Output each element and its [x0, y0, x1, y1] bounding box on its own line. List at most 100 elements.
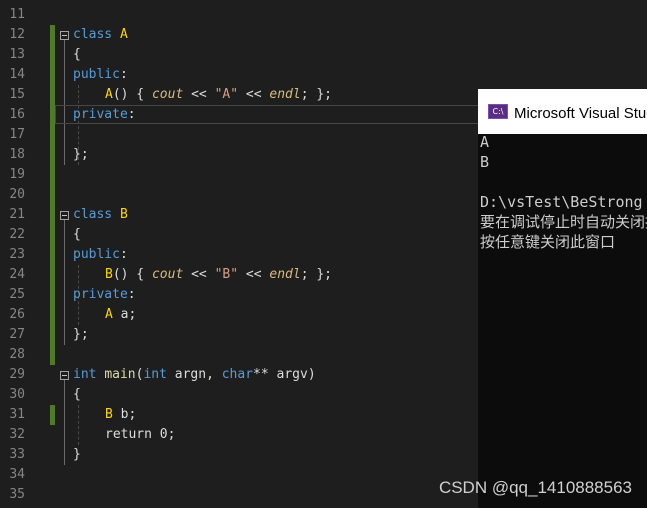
line-number: 21 [9, 207, 25, 222]
line-number: 14 [9, 67, 25, 82]
code-token: : [119, 67, 128, 82]
line-number: 18 [9, 147, 25, 162]
code-line[interactable]: 20 [0, 185, 480, 205]
code-text: class B [73, 205, 128, 225]
code-token: () { [112, 267, 152, 282]
code-line[interactable]: 16 private: [0, 105, 480, 125]
console-output-line: 要在调试停止时自动关闭控制台 [480, 213, 647, 231]
code-line[interactable]: 18}; [0, 145, 480, 165]
code-token: a; [112, 307, 137, 322]
code-token: argn, [166, 367, 222, 382]
code-token: A [105, 307, 113, 322]
line-number: 30 [9, 387, 25, 402]
code-line[interactable]: 13 { [0, 45, 480, 65]
code-line[interactable]: 17 [0, 125, 480, 145]
code-line[interactable]: 29 int main(int argn, char** argv) [0, 365, 480, 385]
console-output-line: D:\vsTest\BeStrong [480, 193, 643, 211]
line-number: 20 [9, 187, 25, 202]
console-app-icon: C:\ [488, 104, 508, 119]
code-line[interactable]: 27}; [0, 325, 480, 345]
line-number: 35 [9, 487, 25, 502]
code-token: { [73, 227, 81, 242]
code-line[interactable]: 30 { [0, 385, 480, 405]
code-token: B [119, 207, 128, 222]
code-token: main [104, 367, 136, 382]
code-token: private [73, 287, 128, 302]
code-token: "A" [214, 87, 239, 102]
code-text: { [73, 225, 81, 245]
code-token: } [73, 447, 81, 462]
line-number: 16 [9, 107, 25, 122]
code-text: public: [73, 245, 128, 265]
code-line[interactable]: 22 { [0, 225, 480, 245]
code-token: B [105, 407, 113, 422]
code-token: b; [112, 407, 137, 422]
code-text: }; [73, 145, 89, 165]
code-token: ; }; [300, 267, 333, 282]
code-token: { [73, 387, 81, 402]
code-token: << [238, 267, 270, 282]
debug-console-window[interactable]: C:\ Microsoft Visual Studio 调试控制台 A B D:… [478, 89, 647, 508]
code-token: cout [151, 267, 184, 282]
code-line[interactable]: 25 private: [0, 285, 480, 305]
console-output: A B D:\vsTest\BeStrong 要在调试停止时自动关闭控制台 按任… [480, 132, 647, 252]
code-text: }; [73, 325, 89, 345]
code-line[interactable]: 24 B() { cout << "B" << endl; }; [0, 265, 480, 285]
code-line[interactable]: 28 [0, 345, 480, 365]
code-line[interactable]: 33} [0, 445, 480, 465]
code-line[interactable]: 19 [0, 165, 480, 185]
line-number: 34 [9, 467, 25, 482]
code-token: public [73, 247, 120, 262]
line-number: 22 [9, 227, 25, 242]
code-line[interactable]: 11 [0, 5, 480, 25]
line-number: 29 [9, 367, 25, 382]
code-text: B b; [105, 405, 136, 425]
code-text: int main(int argn, char** argv) [73, 365, 316, 385]
line-number: 24 [9, 267, 25, 282]
line-number: 28 [9, 347, 25, 362]
code-token: class [73, 27, 113, 42]
code-line[interactable]: 34 [0, 465, 480, 485]
code-token: { [73, 47, 81, 62]
code-token: return 0; [105, 427, 176, 442]
code-line[interactable]: 31 B b; [0, 405, 480, 425]
code-token: cout [151, 87, 184, 102]
code-token: "B" [214, 267, 239, 282]
console-output-line: 按任意键关闭此窗口 [480, 233, 616, 251]
code-token: }; [73, 147, 89, 162]
code-text: A() { cout << "A" << endl; }; [105, 85, 332, 105]
line-number: 13 [9, 47, 25, 62]
code-line[interactable]: 32 return 0; [0, 425, 480, 445]
watermark: CSDN @qq_1410888563 [438, 478, 632, 497]
code-token: private [73, 107, 128, 122]
code-text: private: [73, 105, 136, 125]
code-token: int [73, 367, 97, 382]
code-token: B [105, 267, 113, 282]
code-text: private: [73, 285, 136, 305]
code-token: : [119, 247, 128, 262]
code-line[interactable]: 23 public: [0, 245, 480, 265]
code-token: << [183, 87, 215, 102]
line-number: 11 [9, 7, 25, 22]
code-line[interactable]: 14 public: [0, 65, 480, 85]
code-line[interactable]: 21 class B [0, 205, 480, 225]
code-text: } [73, 445, 81, 465]
line-number: 27 [9, 327, 25, 342]
line-number: 17 [9, 127, 25, 142]
code-token: << [183, 267, 215, 282]
code-token: public [73, 67, 120, 82]
code-line[interactable]: 12 class A [0, 25, 480, 45]
code-token: char [221, 367, 254, 382]
code-token: () { [112, 87, 152, 102]
code-token: ** argv) [253, 367, 316, 382]
line-number: 23 [9, 247, 25, 262]
code-token: endl [269, 267, 301, 282]
code-line[interactable]: 35 [0, 485, 480, 505]
console-titlebar[interactable]: C:\ Microsoft Visual Studio 调试控制台 [478, 89, 647, 134]
code-text: A a; [105, 305, 136, 325]
code-line[interactable]: 26 A a; [0, 305, 480, 325]
code-text: { [73, 385, 81, 405]
code-line[interactable]: 15 A() { cout << "A" << endl; }; [0, 85, 480, 105]
